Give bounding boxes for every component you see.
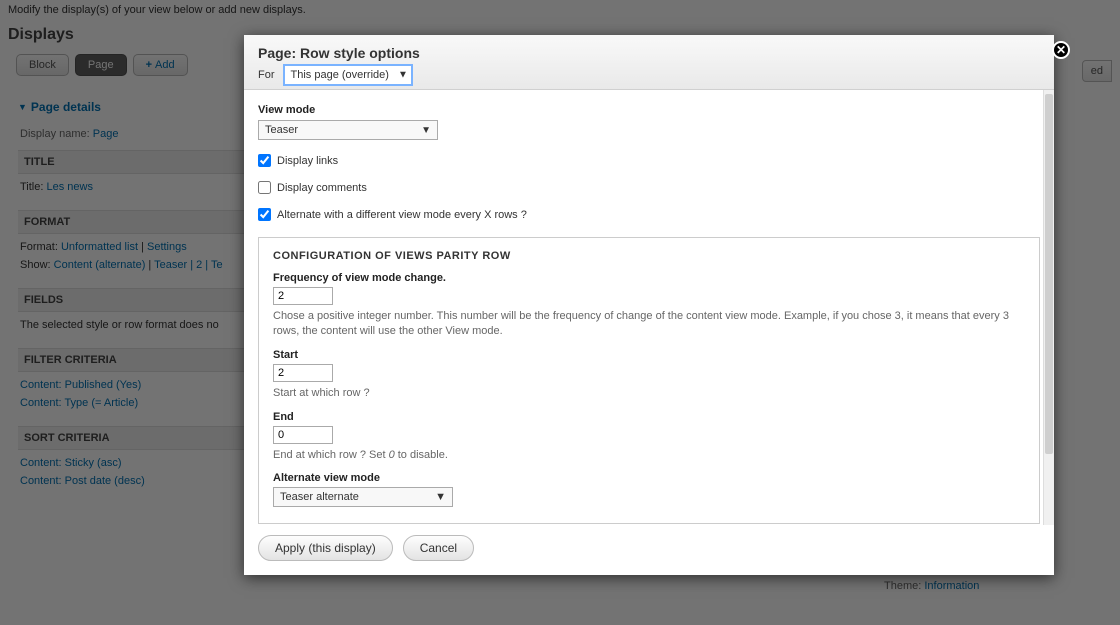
view-mode-label: View mode: [258, 104, 1040, 116]
end-desc: End at which row ? Set 0 to disable.: [273, 448, 1025, 463]
altvm-label: Alternate view mode: [273, 472, 1025, 484]
alternate-label: Alternate with a different view mode eve…: [277, 209, 527, 221]
dialog-title: Page: Row style options: [258, 45, 1040, 61]
end-label: End: [273, 411, 1025, 423]
start-desc: Start at which row ?: [273, 386, 1025, 401]
start-label: Start: [273, 349, 1025, 361]
apply-button[interactable]: Apply (this display): [258, 535, 393, 561]
display-links-label: Display links: [277, 155, 338, 167]
frequency-desc: Chose a positive integer number. This nu…: [273, 309, 1025, 339]
dialog-body: View mode Teaser ▼ Display links Display…: [244, 90, 1054, 525]
frequency-input[interactable]: [273, 287, 333, 305]
dialog-for-row: For This page (override) ▼: [258, 69, 1040, 81]
alternate-row: Alternate with a different view mode eve…: [258, 208, 1040, 221]
alternate-checkbox[interactable]: [258, 208, 271, 221]
display-links-checkbox[interactable]: [258, 154, 271, 167]
dialog-footer: Apply (this display) Cancel: [244, 525, 1054, 575]
view-mode-select[interactable]: Teaser ▼: [258, 120, 438, 140]
view-mode-value: Teaser: [265, 124, 298, 136]
start-block: Start Start at which row ?: [273, 349, 1025, 401]
chevron-down-icon: ▼: [435, 491, 446, 503]
for-select[interactable]: This page (override): [283, 64, 413, 86]
for-select-value: This page (override): [291, 69, 389, 81]
altvm-block: Alternate view mode Teaser alternate ▼: [273, 472, 1025, 507]
scrollbar-thumb[interactable]: [1045, 94, 1053, 454]
display-links-row: Display links: [258, 154, 1040, 167]
dialog-header: Page: Row style options ✕ For This page …: [244, 35, 1054, 90]
altvm-value: Teaser alternate: [280, 491, 359, 503]
close-icon[interactable]: ✕: [1052, 41, 1070, 59]
end-desc-b: to disable.: [395, 449, 448, 461]
end-desc-a: End at which row ? Set: [273, 449, 389, 461]
frequency-block: Frequency of view mode change. Chose a p…: [273, 272, 1025, 339]
chevron-down-icon: ▼: [421, 125, 431, 136]
parity-fieldset: CONFIGURATION OF VIEWS PARITY ROW Freque…: [258, 237, 1040, 524]
start-input[interactable]: [273, 364, 333, 382]
for-label: For: [258, 69, 275, 81]
cancel-button[interactable]: Cancel: [403, 535, 474, 561]
display-comments-checkbox[interactable]: [258, 181, 271, 194]
display-comments-label: Display comments: [277, 182, 367, 194]
end-block: End End at which row ? Set 0 to disable.: [273, 411, 1025, 463]
frequency-label: Frequency of view mode change.: [273, 272, 1025, 284]
display-comments-row: Display comments: [258, 181, 1040, 194]
fieldset-legend: CONFIGURATION OF VIEWS PARITY ROW: [273, 250, 1025, 262]
dialog-scrollbar[interactable]: [1043, 90, 1054, 525]
row-style-dialog: Page: Row style options ✕ For This page …: [244, 35, 1054, 575]
end-input[interactable]: [273, 426, 333, 444]
altvm-select[interactable]: Teaser alternate ▼: [273, 487, 453, 507]
